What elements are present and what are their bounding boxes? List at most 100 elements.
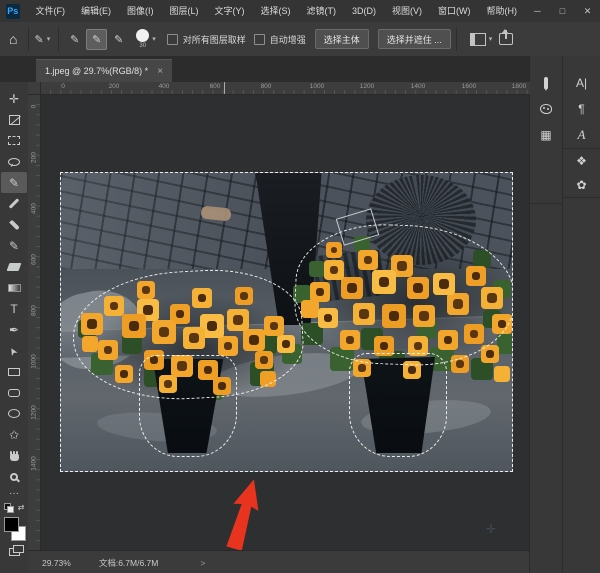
tools-panel: ✛ ✎ ✎ T ✒ ➤ ✩ ··· ⇄ — [0, 82, 29, 573]
ruler-label: 1000 — [31, 354, 38, 370]
maximize-button[interactable]: □ — [550, 0, 575, 22]
quick-selection-tool[interactable]: ✎ — [1, 172, 27, 193]
screen-mode-button[interactable] — [1, 543, 27, 561]
photoshop-window: Ps 文件(F) 编辑(E) 图像(I) 图层(L) 文字(Y) 选择(S) 滤… — [0, 0, 600, 573]
menu-file[interactable]: 文件(F) — [28, 0, 74, 22]
character-panel-tab[interactable]: A| — [563, 70, 600, 96]
canvas-watermark-icon: ✛ — [486, 522, 496, 536]
patterns-panel-tab[interactable]: ▦ — [530, 122, 562, 148]
select-subject-button[interactable]: 选择主体 — [315, 29, 369, 49]
menu-3d[interactable]: 3D(D) — [344, 0, 384, 22]
hand-tool[interactable] — [1, 445, 27, 466]
brush-settings-panel-tab[interactable] — [530, 70, 562, 96]
layers-icon: ❖ — [576, 154, 587, 168]
select-and-mask-button[interactable]: 选择并遮住 ... — [378, 29, 451, 49]
frame-tool[interactable] — [1, 109, 27, 130]
divider — [28, 27, 29, 51]
auto-enhance-label: 自动增强 — [270, 33, 306, 46]
home-icon[interactable]: ⌂ — [9, 31, 17, 47]
new-selection-mode-button[interactable]: ✎ — [65, 30, 84, 49]
color-panel-tab[interactable] — [530, 96, 562, 122]
photo-flower-centers-right — [61, 173, 63, 175]
rounded-rectangle-tool[interactable] — [1, 382, 27, 403]
document-size-info: 文档:6.7M/6.7M — [99, 557, 159, 569]
pen-tool[interactable]: ✒ — [1, 319, 27, 340]
share-export-icon[interactable] — [499, 33, 513, 45]
sample-all-layers-checkbox[interactable] — [167, 34, 178, 45]
marquee-icon — [8, 136, 20, 145]
edit-toolbar-button[interactable]: ··· — [1, 487, 27, 501]
document-tab-title: 1.jpeg @ 29.7%(RGB/8) * — [45, 66, 148, 76]
auto-enhance-checkbox[interactable] — [254, 34, 265, 45]
foreground-color-swatch[interactable] — [4, 517, 19, 532]
canvas-area[interactable]: 0 200 400 600 800 1000 1200 1400 1600 18… — [28, 82, 530, 550]
screen-mode-icon — [9, 548, 20, 556]
zoom-icon — [10, 473, 18, 481]
ruler-label: 1800 — [512, 83, 526, 90]
ruler-label: 600 — [210, 83, 221, 90]
ellipse-tool[interactable] — [1, 403, 27, 424]
workspace-panel-toggle-icon[interactable] — [470, 33, 486, 46]
document-image[interactable] — [60, 172, 513, 472]
paragraph-panel-tab[interactable]: ¶ — [563, 96, 600, 122]
panel-dock-column-2: A| ¶ A ❖ ✿ — [563, 56, 600, 573]
status-expand-chevron[interactable]: > — [200, 558, 205, 568]
healing-brush-tool[interactable] — [1, 214, 27, 235]
hand-icon — [10, 454, 19, 461]
pen-icon: ✒ — [9, 324, 19, 336]
chevron-down-icon[interactable]: ▾ — [47, 35, 51, 43]
zoom-level-field[interactable]: 29.73% — [42, 558, 71, 568]
ruler-label: 800 — [261, 83, 272, 90]
custom-shape-tool[interactable]: ✩ — [1, 424, 27, 445]
brush-size-picker[interactable]: 30 — [136, 29, 149, 49]
brush-tool[interactable]: ✎ — [1, 235, 27, 256]
vertical-ruler: 0 200 400 600 800 1000 1200 1400 — [28, 94, 41, 550]
menu-image[interactable]: 图像(I) — [119, 0, 162, 22]
add-to-selection-mode-button[interactable]: ✎ — [86, 29, 107, 50]
menu-layer[interactable]: 图层(L) — [162, 0, 207, 22]
chevron-down-icon[interactable]: ▾ — [152, 35, 156, 43]
character-icon: A| — [576, 76, 587, 90]
lasso-tool[interactable] — [1, 151, 27, 172]
brush-settings-icon — [544, 77, 548, 89]
tab-close-icon[interactable]: × — [157, 66, 163, 77]
ruler-label: 200 — [31, 150, 38, 166]
move-tool[interactable]: ✛ — [1, 88, 27, 109]
menu-edit[interactable]: 编辑(E) — [73, 0, 119, 22]
menu-filter[interactable]: 滤镜(T) — [299, 0, 345, 22]
close-button[interactable]: ✕ — [575, 0, 600, 22]
gradient-tool[interactable] — [1, 277, 27, 298]
rectangle-tool[interactable] — [1, 361, 27, 382]
tool-preset-icon[interactable]: ✎ — [34, 33, 43, 46]
menu-window[interactable]: 窗口(W) — [430, 0, 479, 22]
libraries-panel-tab[interactable]: ✿ — [563, 173, 600, 197]
menu-type[interactable]: 文字(Y) — [207, 0, 253, 22]
color-controls: ⇄ — [1, 501, 27, 515]
quick-selection-icon: ✎ — [9, 177, 19, 189]
ruler-label: 200 — [109, 83, 120, 90]
subtract-from-selection-mode-button[interactable]: ✎ — [109, 30, 128, 49]
menu-help[interactable]: 帮助(H) — [479, 0, 526, 22]
chevron-down-icon[interactable]: ▾ — [489, 35, 493, 43]
eraser-tool[interactable] — [1, 256, 27, 277]
path-selection-tool[interactable]: ➤ — [1, 340, 27, 361]
ruler-origin-corner[interactable] — [28, 82, 41, 95]
healing-brush-icon — [9, 219, 20, 230]
menu-view[interactable]: 视图(V) — [384, 0, 430, 22]
divider — [563, 197, 600, 198]
layers-panel-tab[interactable]: ❖ — [563, 149, 600, 173]
panel-dock-column-1: ▦ — [530, 56, 563, 573]
rectangle-icon — [8, 368, 20, 376]
default-colors-icon[interactable] — [4, 503, 14, 513]
type-tool[interactable]: T — [1, 298, 27, 319]
divider — [58, 27, 59, 51]
minimize-button[interactable]: ─ — [525, 0, 550, 22]
eyedropper-tool[interactable] — [1, 193, 27, 214]
glyphs-panel-tab[interactable]: A — [563, 122, 600, 148]
zoom-tool[interactable] — [1, 466, 27, 487]
custom-shape-icon: ✩ — [9, 429, 19, 441]
document-tab[interactable]: 1.jpeg @ 29.7%(RGB/8) * × — [36, 59, 172, 82]
menu-select[interactable]: 选择(S) — [253, 0, 299, 22]
rectangular-marquee-tool[interactable] — [1, 130, 27, 151]
swap-colors-icon[interactable]: ⇄ — [18, 504, 25, 512]
